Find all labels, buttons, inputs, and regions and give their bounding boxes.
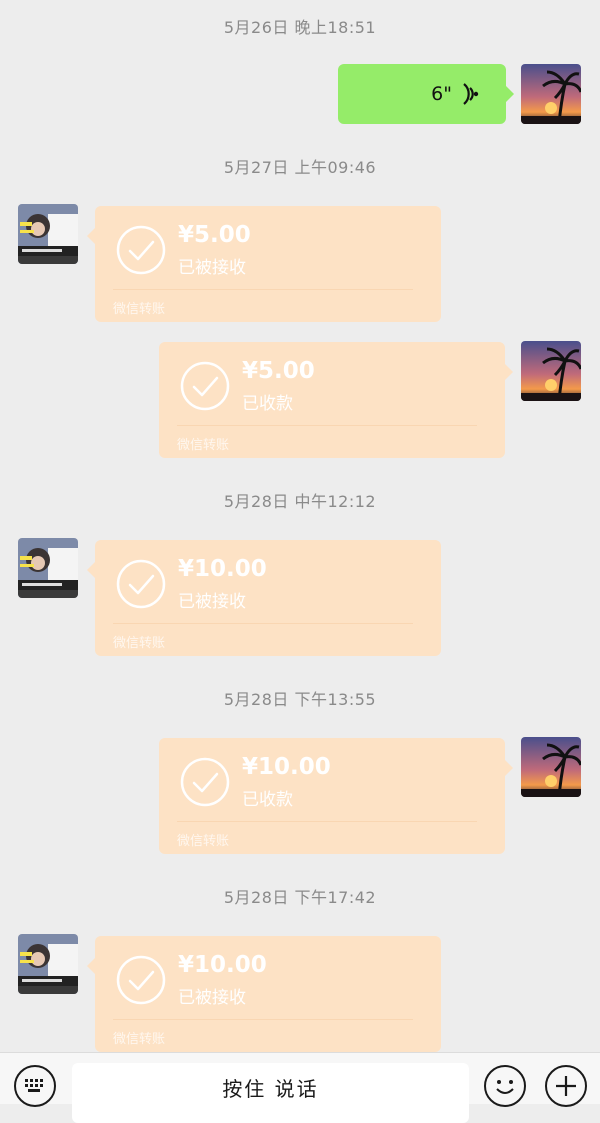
divider [113,289,413,290]
transfer-status: 已被接收 [178,258,246,278]
hold-to-talk-label: 按住 说话 [222,1077,319,1101]
transfer-card[interactable]: ¥5.00 已被接收 微信转账 [87,206,441,322]
contact-avatar[interactable] [18,204,78,264]
divider [177,821,477,822]
plus-icon[interactable] [545,1065,587,1107]
transfer-footer: 微信转账 [177,438,230,453]
contact-avatar[interactable] [18,934,78,994]
my-avatar[interactable] [521,341,581,401]
divider [177,425,477,426]
transfer-card[interactable]: ¥10.00 已收款 微信转账 [159,738,513,854]
check-circle-icon [180,757,230,807]
transfer-card[interactable]: ¥10.00 已被接收 微信转账 [87,540,441,656]
divider [113,1019,413,1020]
hold-to-talk-button[interactable]: 按住 说话 [72,1063,469,1123]
voice-message-bubble[interactable]: 6" [338,64,514,124]
check-circle-icon [116,225,166,275]
transfer-amount: ¥10.00 [178,556,267,582]
contact-avatar[interactable] [18,538,78,598]
transfer-footer: 微信转账 [113,1032,166,1047]
timestamp: 5月27日 上午09:46 [223,158,377,177]
my-avatar[interactable] [521,64,581,124]
my-avatar[interactable] [521,737,581,797]
transfer-footer: 微信转账 [177,834,230,849]
timestamp: 5月28日 中午12:12 [223,492,377,511]
transfer-amount: ¥5.00 [178,222,251,248]
timestamp: 5月28日 下午17:42 [223,888,377,907]
check-circle-icon [180,361,230,411]
voice-wave-icon [463,83,479,105]
voice-duration: 6" [431,83,452,105]
transfer-footer: 微信转账 [113,636,166,651]
timestamp: 5月26日 晚上18:51 [223,18,377,37]
input-bar: 按住 说话 [0,1052,600,1123]
transfer-status: 已收款 [242,790,293,810]
transfer-status: 已收款 [242,394,293,414]
transfer-status: 已被接收 [178,592,246,612]
chat-message-list[interactable]: 5月26日 晚上18:51 6" 5月27日 上午09:46 ¥5.00 已被接… [0,0,600,1052]
check-circle-icon [116,955,166,1005]
timestamp: 5月28日 下午13:55 [223,690,377,709]
keyboard-icon[interactable] [14,1065,56,1107]
transfer-amount: ¥10.00 [242,754,331,780]
transfer-footer: 微信转账 [113,302,166,317]
emoji-icon[interactable] [484,1065,526,1107]
check-circle-icon [116,559,166,609]
transfer-amount: ¥5.00 [242,358,315,384]
transfer-amount: ¥10.00 [178,952,267,978]
transfer-card[interactable]: ¥5.00 已收款 微信转账 [159,342,513,458]
transfer-card[interactable]: ¥10.00 已被接收 微信转账 [87,936,441,1052]
divider [113,623,413,624]
transfer-status: 已被接收 [178,988,246,1008]
